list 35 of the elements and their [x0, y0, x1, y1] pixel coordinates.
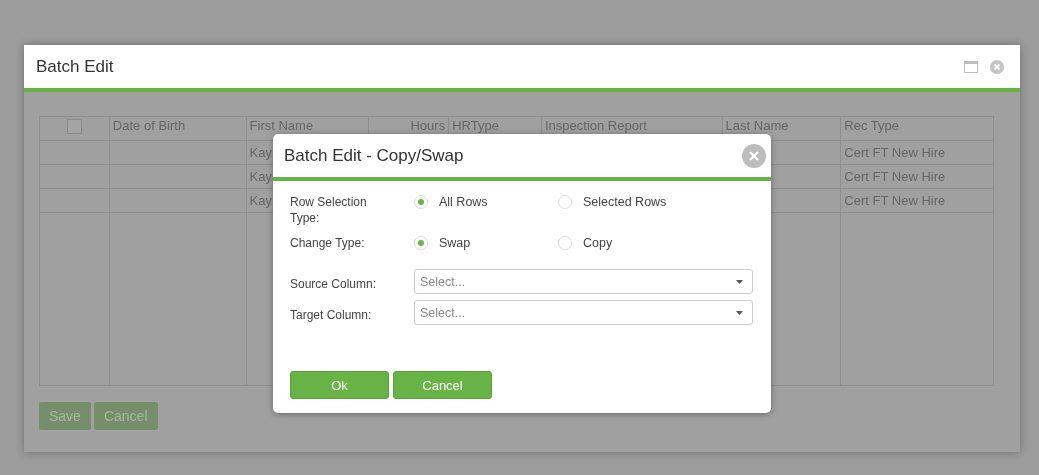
- column-header[interactable]: Last Name: [725, 119, 789, 133]
- table-cell: Cert FT New Hire: [844, 193, 946, 208]
- field-label: Change Type:: [290, 235, 366, 251]
- maximize-icon[interactable]: [964, 60, 978, 73]
- column-header[interactable]: Rec Type: [844, 119, 900, 133]
- field-label: Row Selection Type:: [290, 194, 368, 226]
- dialog-button[interactable]: Save: [39, 402, 91, 430]
- close-icon[interactable]: [990, 59, 1004, 74]
- close-icon[interactable]: [742, 143, 766, 168]
- caret-icon: [736, 279, 743, 284]
- table-cell: Kay: [249, 193, 272, 208]
- field-label: Target Column:: [290, 307, 373, 323]
- table-cell: Cert FT New Hire: [844, 145, 946, 160]
- radio-label[interactable]: Copy: [583, 236, 613, 250]
- column-header[interactable]: Date of Birth: [112, 119, 186, 133]
- dialog-title: Batch Edit - Copy/Swap: [284, 145, 464, 166]
- select-field[interactable]: Select...: [414, 269, 753, 294]
- radio-label[interactable]: Swap: [439, 236, 471, 250]
- column-header[interactable]: Inspection Report: [545, 119, 647, 133]
- table-cell: Kay: [249, 169, 272, 184]
- field-label: Source Column:: [290, 276, 378, 292]
- column-header[interactable]: HRType: [452, 119, 499, 133]
- select-all-checkbox[interactable]: [66, 119, 82, 134]
- table-cell: Kay: [249, 145, 272, 160]
- dialog-button[interactable]: Cancel: [93, 402, 158, 430]
- radio-label[interactable]: Selected Rows: [583, 195, 667, 209]
- caret-icon: [736, 310, 743, 315]
- column-header[interactable]: Hours: [410, 119, 446, 133]
- window-title: Batch Edit: [36, 56, 114, 77]
- dialog-button[interactable]: Ok: [290, 371, 389, 399]
- column-header[interactable]: First Name: [249, 119, 314, 133]
- select-field[interactable]: Select...: [414, 300, 753, 325]
- radio-label[interactable]: All Rows: [439, 195, 488, 209]
- table-cell: Cert FT New Hire: [844, 169, 946, 184]
- dialog-button[interactable]: Cancel: [393, 371, 492, 399]
